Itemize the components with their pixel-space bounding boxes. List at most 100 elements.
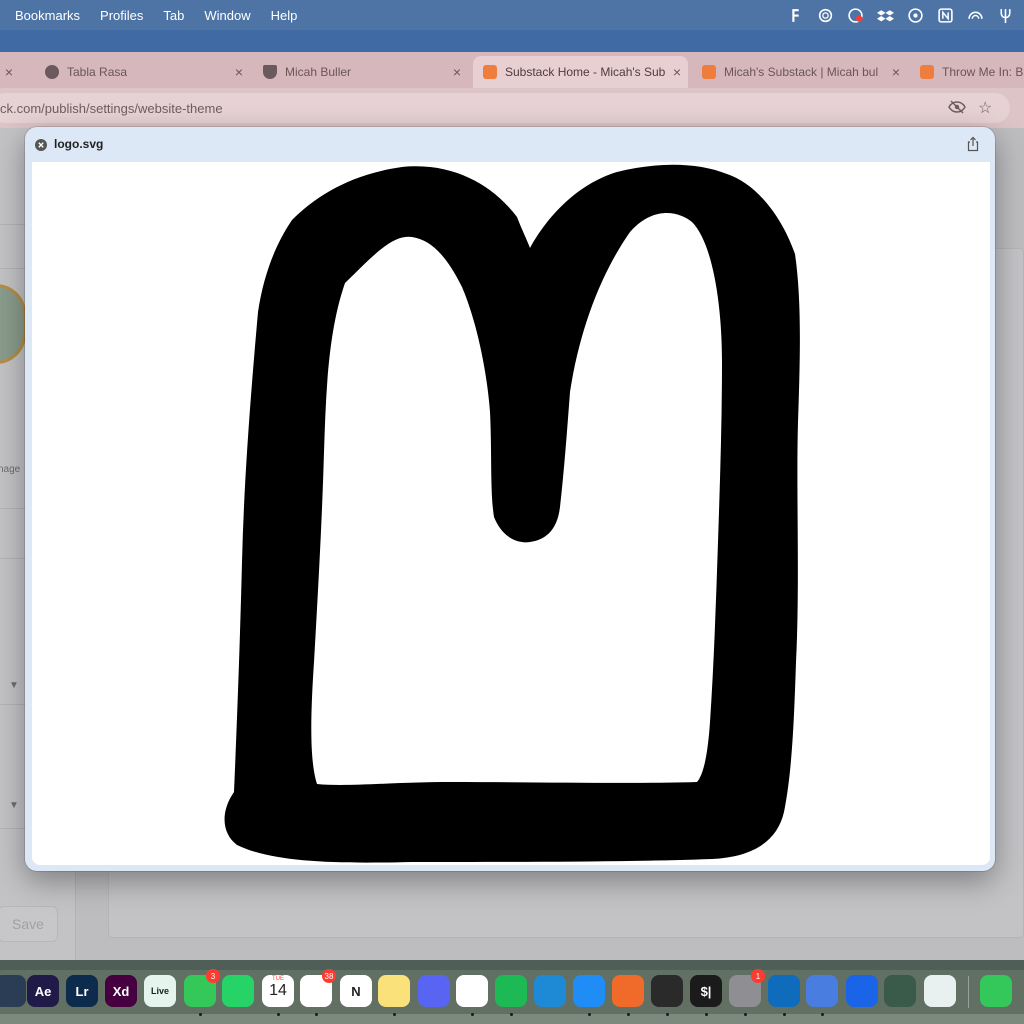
close-icon[interactable]: × bbox=[0, 64, 20, 80]
tab-micahs-substack[interactable]: Micah's Substack | Micah bul × bbox=[692, 56, 907, 88]
outlook-icon[interactable] bbox=[768, 975, 800, 1007]
notification-badge: 3 bbox=[206, 969, 220, 983]
bookmark-star-icon[interactable]: ☆ bbox=[978, 98, 992, 118]
quicklook-filename: logo.svg bbox=[54, 137, 104, 151]
running-indicator bbox=[199, 1013, 202, 1016]
notion-icon[interactable] bbox=[937, 7, 954, 24]
dock-app-label: Lr bbox=[75, 983, 89, 999]
davinci-resolve-icon[interactable] bbox=[0, 975, 26, 1007]
menu-tab[interactable]: Tab bbox=[163, 8, 184, 23]
1password-icon[interactable] bbox=[846, 975, 878, 1007]
running-indicator bbox=[315, 1013, 318, 1016]
tab-partial[interactable]: × bbox=[0, 56, 20, 88]
slack-icon[interactable] bbox=[456, 975, 488, 1007]
m-logo-shape bbox=[224, 164, 800, 863]
lock-favicon-icon bbox=[45, 65, 59, 79]
close-icon[interactable]: × bbox=[228, 64, 250, 80]
m-logo-graphic bbox=[224, 164, 800, 863]
running-indicator bbox=[471, 1013, 474, 1016]
adobe-xd-icon[interactable]: Xd bbox=[105, 975, 137, 1007]
terminal-icon[interactable]: $| bbox=[690, 975, 722, 1007]
calendar-icon[interactable]: 14 TUE bbox=[262, 975, 294, 1007]
running-indicator bbox=[744, 1013, 747, 1016]
running-indicator bbox=[821, 1013, 824, 1016]
tab-substack-home[interactable]: Substack Home - Micah's Sub × bbox=[473, 56, 688, 88]
simulator-icon[interactable] bbox=[806, 975, 838, 1007]
close-icon[interactable]: × bbox=[885, 64, 907, 80]
pitchfork-icon[interactable] bbox=[997, 7, 1014, 24]
calendar-day-label: TUE bbox=[272, 976, 284, 982]
running-indicator bbox=[277, 1013, 280, 1016]
save-button[interactable]: Save bbox=[0, 906, 58, 942]
close-icon[interactable]: × bbox=[666, 64, 688, 80]
lightroom-icon[interactable]: Lr bbox=[66, 975, 98, 1007]
chatgpt-icon[interactable] bbox=[817, 7, 834, 24]
avatar bbox=[0, 284, 26, 364]
tab-title: Micah Buller bbox=[285, 65, 352, 79]
linear-icon[interactable] bbox=[651, 975, 683, 1007]
dropbox-icon[interactable] bbox=[877, 7, 894, 24]
notification-badge: 1 bbox=[751, 969, 765, 983]
messages-icon[interactable]: 3 bbox=[184, 969, 220, 1007]
dock-app-label: Ae bbox=[34, 983, 52, 999]
after-effects-icon[interactable]: Ae bbox=[27, 975, 59, 1007]
substack-favicon-icon bbox=[702, 65, 716, 79]
fantastical-icon[interactable] bbox=[787, 7, 804, 24]
dock-app-label: 14 bbox=[269, 982, 287, 999]
notion-icon[interactable]: N bbox=[340, 975, 372, 1007]
running-indicator bbox=[627, 1013, 630, 1016]
menu-bookmarks[interactable]: Bookmarks bbox=[15, 8, 80, 23]
running-indicator bbox=[510, 1013, 513, 1016]
running-indicator bbox=[666, 1013, 669, 1016]
menu-bar: Bookmarks Profiles Tab Window Help bbox=[0, 0, 1024, 30]
close-icon[interactable]: × bbox=[446, 64, 468, 80]
dock-app-label: Xd bbox=[112, 983, 130, 999]
tab-title: Micah's Substack | Micah bul bbox=[724, 65, 879, 79]
dock-separator bbox=[968, 976, 969, 1008]
screen-record-icon[interactable] bbox=[847, 7, 864, 24]
chevron-down-icon[interactable]: ▼ bbox=[9, 680, 19, 691]
substack-favicon-icon bbox=[920, 65, 934, 79]
spotify-icon[interactable] bbox=[495, 975, 527, 1007]
focus-icon[interactable] bbox=[907, 7, 924, 24]
pen-tool-icon[interactable] bbox=[612, 975, 644, 1007]
whatsapp-icon[interactable] bbox=[222, 975, 254, 1007]
running-indicator bbox=[705, 1013, 708, 1016]
discord-icon[interactable] bbox=[418, 975, 450, 1007]
quicklook-window: logo.svg bbox=[25, 127, 995, 871]
eye-slash-icon[interactable] bbox=[948, 99, 966, 120]
svg-preview bbox=[32, 162, 990, 865]
quicklook-titlebar: logo.svg bbox=[25, 127, 995, 161]
menu-bar-status-area bbox=[787, 0, 1014, 30]
phone-icon[interactable] bbox=[980, 975, 1012, 1007]
running-indicator bbox=[393, 1013, 396, 1016]
tab-title: Tabla Rasa bbox=[67, 65, 128, 79]
dock-app-label: Live bbox=[150, 986, 169, 996]
system-settings-icon[interactable]: 1 bbox=[729, 969, 765, 1007]
shield-favicon-icon bbox=[263, 65, 277, 79]
close-icon[interactable] bbox=[35, 138, 47, 151]
vscode-icon[interactable] bbox=[534, 975, 566, 1007]
share-icon[interactable] bbox=[965, 136, 981, 152]
tab-micah-buller[interactable]: Micah Buller × bbox=[253, 56, 468, 88]
dock-app-label: $| bbox=[700, 983, 712, 999]
substack-favicon-icon bbox=[483, 65, 497, 79]
notes-icon[interactable] bbox=[378, 975, 410, 1007]
reminders-icon[interactable]: 38 bbox=[300, 969, 336, 1007]
menu-window[interactable]: Window bbox=[204, 8, 250, 23]
wifi-arc-icon[interactable] bbox=[967, 7, 984, 24]
live-icon[interactable]: Live bbox=[144, 975, 176, 1007]
tab-tabla-rasa[interactable]: Tabla Rasa × bbox=[35, 56, 250, 88]
dock-app-label: N bbox=[351, 983, 361, 999]
tab-throw-me-in[interactable]: Throw Me In: Bra bbox=[910, 56, 1024, 88]
running-indicator bbox=[783, 1013, 786, 1016]
image-label: nage bbox=[0, 464, 21, 475]
creative-cloud-icon[interactable] bbox=[924, 975, 956, 1007]
chevron-down-icon[interactable]: ▼ bbox=[9, 800, 19, 811]
app-store-icon[interactable] bbox=[573, 975, 605, 1007]
address-bar-url[interactable]: ck.com/publish/settings/website-theme bbox=[0, 101, 223, 116]
menu-profiles[interactable]: Profiles bbox=[100, 8, 143, 23]
cursor-icon[interactable] bbox=[884, 975, 916, 1007]
menu-help[interactable]: Help bbox=[271, 8, 298, 23]
toolbar: ck.com/publish/settings/website-theme ☆ bbox=[0, 88, 1024, 128]
